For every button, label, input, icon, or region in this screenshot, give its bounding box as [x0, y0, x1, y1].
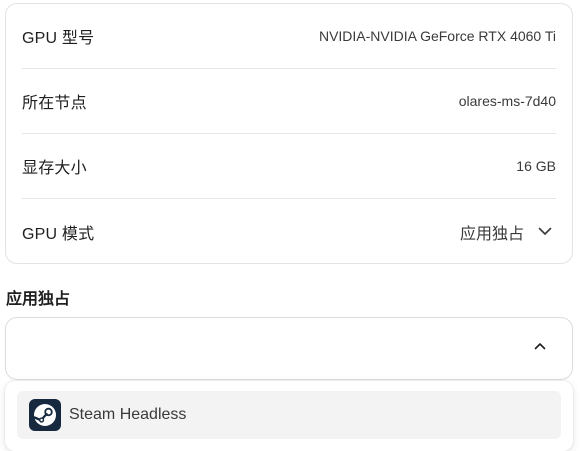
vram-value: 16 GB: [516, 158, 556, 174]
node-value: olares-ms-7d40: [458, 93, 556, 109]
gpu-mode-select[interactable]: 应用独占: [460, 220, 556, 244]
exclusive-app-dropdown: Steam Headless: [5, 381, 573, 451]
vram-label: 显存大小: [22, 160, 87, 177]
option-label: Steam Headless: [69, 406, 187, 423]
node-label: 所在节点: [22, 95, 87, 112]
steam-icon: [29, 399, 61, 431]
option-steam-headless[interactable]: Steam Headless: [17, 391, 561, 439]
exclusive-app-title: 应用独占: [6, 291, 71, 308]
vram-row: 显存大小 16 GB: [22, 134, 556, 199]
node-row: 所在节点 olares-ms-7d40: [22, 69, 556, 134]
gpu-model-value: NVIDIA-NVIDIA GeForce RTX 4060 Ti: [318, 28, 556, 44]
gpu-info-card: GPU 型号 NVIDIA-NVIDIA GeForce RTX 4060 Ti…: [5, 3, 573, 264]
gpu-mode-row: GPU 模式 应用独占: [22, 199, 556, 264]
gpu-model-label: GPU 型号: [22, 30, 95, 47]
gpu-mode-label: GPU 模式: [22, 225, 95, 243]
exclusive-app-select[interactable]: [5, 317, 573, 380]
gpu-mode-value: 应用独占: [459, 225, 524, 243]
chevron-down-icon: [538, 227, 552, 236]
gpu-model-row: GPU 型号 NVIDIA-NVIDIA GeForce RTX 4060 Ti: [22, 4, 556, 69]
chevron-up-icon[interactable]: [534, 342, 546, 350]
